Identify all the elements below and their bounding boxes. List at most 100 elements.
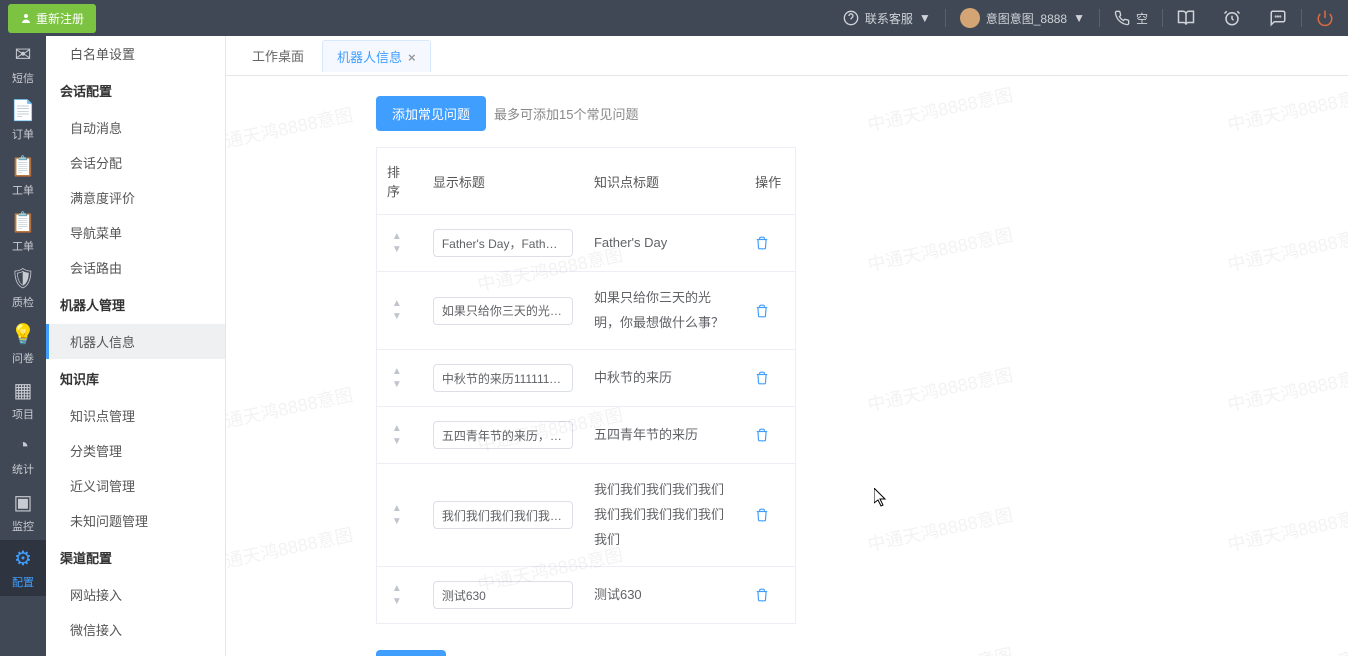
sort-down-icon[interactable]: ▼ [392, 437, 408, 447]
sort-down-icon[interactable]: ▼ [392, 380, 408, 390]
delete-button[interactable] [755, 428, 785, 442]
display-title-input[interactable] [433, 364, 573, 392]
monitor-icon: ▣ [14, 490, 33, 515]
sidebar-item-kbmanage[interactable]: 知识点管理 [46, 398, 225, 433]
contact-label: 联系客服 [865, 10, 913, 27]
chat-button[interactable] [1255, 9, 1301, 27]
rail-qc[interactable]: 🛡质检 [0, 260, 46, 316]
clipboard-icon: 📋 [11, 210, 36, 235]
sort-up-icon[interactable]: ▲ [392, 232, 408, 242]
delete-button[interactable] [755, 371, 785, 385]
sidebar-item-automsg[interactable]: 自动消息 [46, 110, 225, 145]
sort-down-icon[interactable]: ▼ [392, 597, 408, 607]
display-title-input[interactable] [433, 229, 573, 257]
rail-order[interactable]: 📄订单 [0, 92, 46, 148]
register-button[interactable]: 重新注册 [8, 4, 96, 33]
sidebar-item-wechat[interactable]: 微信接入 [46, 612, 225, 647]
sidebar-item-synonym[interactable]: 近义词管理 [46, 468, 225, 503]
sort-down-icon[interactable]: ▼ [392, 517, 408, 527]
user-menu[interactable]: 意图意图_8888 ▼ [946, 8, 1099, 28]
kb-title-cell: Father's Day [584, 215, 745, 272]
alarm-icon [1223, 9, 1241, 27]
rail-ticket2[interactable]: 📋工单 [0, 204, 46, 260]
sidebar-item-web[interactable]: 网站接入 [46, 577, 225, 612]
rail-project[interactable]: ▦项目 [0, 372, 46, 428]
watermark: 中通天鸿8888意图 [865, 221, 1015, 277]
chat-icon [1269, 9, 1287, 27]
rail-config[interactable]: ⚙配置 [0, 540, 46, 596]
sidebar-header-robot: 机器人管理 [46, 285, 225, 324]
sidebar-item-navmenu[interactable]: 导航菜单 [46, 215, 225, 250]
kb-title-cell: 五四青年节的来历 [584, 407, 745, 464]
rail-stats[interactable]: ◔统计 [0, 428, 46, 484]
dropdown-icon: ▼ [1073, 11, 1085, 25]
book-button[interactable] [1163, 9, 1209, 27]
sidebar: 白名单设置 会话配置 自动消息 会话分配 满意度评价 导航菜单 会话路由 机器人… [46, 36, 226, 656]
tab-robotinfo[interactable]: 机器人信息× [322, 40, 431, 72]
power-button[interactable] [1302, 9, 1348, 27]
document-icon: 📄 [11, 98, 36, 123]
rail-sms[interactable]: ✉短信 [0, 36, 46, 92]
sidebar-item-category[interactable]: 分类管理 [46, 433, 225, 468]
tab-desktop[interactable]: 工作桌面 [238, 40, 318, 71]
sidebar-item-assign[interactable]: 会话分配 [46, 145, 225, 180]
kb-title-cell: 中秋节的来历 [584, 350, 745, 407]
sort-up-icon[interactable]: ▲ [392, 584, 408, 594]
save-button[interactable]: 保存 [376, 650, 446, 656]
display-title-input[interactable] [433, 297, 573, 325]
register-label: 重新注册 [36, 10, 84, 27]
sidebar-header-kb: 知识库 [46, 359, 225, 398]
table-row: ▲ ▼ 我们我们我们我们我们我们我们我们我们我们我们 [377, 464, 796, 567]
dropdown-icon: ▼ [919, 11, 931, 25]
sort-up-icon[interactable]: ▲ [392, 424, 408, 434]
watermark: 中通天鸿8888意图 [226, 521, 355, 577]
sort-up-icon[interactable]: ▲ [392, 504, 408, 514]
faq-limit-hint: 最多可添加15个常见问题 [494, 104, 638, 123]
display-title-input[interactable] [433, 581, 573, 609]
watermark: 中通天鸿8888意图 [1225, 361, 1348, 417]
left-rail: ✉短信 📄订单 📋工单 📋工单 🛡质检 💡问卷 ▦项目 ◔统计 ▣监控 ⚙配置 [0, 36, 46, 656]
alarm-button[interactable] [1209, 9, 1255, 27]
sidebar-item-satisfaction[interactable]: 满意度评价 [46, 180, 225, 215]
phone-status[interactable]: 空 [1100, 10, 1162, 27]
faq-table: 排序 显示标题 知识点标题 操作 ▲▼Father's Day▲▼如果只给你三天… [376, 147, 796, 624]
sort-up-icon[interactable]: ▲ [392, 367, 408, 377]
tabs: 工作桌面 机器人信息× [226, 36, 1348, 76]
th-sort: 排序 [377, 148, 423, 215]
display-title-input[interactable] [433, 501, 573, 529]
table-row: ▲▼如果只给你三天的光明，你最想做什么事？ [377, 272, 796, 350]
sidebar-item-routing[interactable]: 会话路由 [46, 250, 225, 285]
delete-button[interactable] [755, 236, 785, 250]
display-title-input[interactable] [433, 421, 573, 449]
sidebar-item-unknown[interactable]: 未知问题管理 [46, 503, 225, 538]
sidebar-header-channel: 渠道配置 [46, 538, 225, 577]
rail-survey[interactable]: 💡问卷 [0, 316, 46, 372]
avatar [960, 8, 980, 28]
user-icon [20, 12, 32, 24]
lightbulb-icon: 💡 [11, 322, 36, 347]
contact-support[interactable]: 联系客服 ▼ [829, 10, 945, 27]
watermark: 中通天鸿8888意图 [865, 361, 1015, 417]
table-row: ▲ ▼ Father's Day [377, 215, 796, 272]
sidebar-item-whitelist[interactable]: 白名单设置 [46, 36, 225, 71]
rail-monitor[interactable]: ▣监控 [0, 484, 46, 540]
top-bar: 重新注册 联系客服 ▼ 意图意图_8888 ▼ 空 [0, 0, 1348, 36]
power-icon [1316, 9, 1334, 27]
add-faq-button[interactable]: 添加常见问题 [376, 96, 486, 131]
sort-up-icon[interactable]: ▲ [392, 299, 408, 309]
table-row: ▲ ▼ 五四青年节的来历 [377, 407, 796, 464]
watermark: 中通天鸿8888意图 [865, 501, 1015, 557]
rail-ticket1[interactable]: 📋工单 [0, 148, 46, 204]
sidebar-item-robotinfo[interactable]: 机器人信息 [46, 324, 225, 359]
delete-button[interactable] [755, 588, 785, 602]
watermark: 中通天鸿8888意图 [226, 101, 355, 157]
table-row: ▲ ▼ 中秋节的来历 [377, 350, 796, 407]
watermark: 中通天鸿8888意图 [226, 381, 355, 437]
close-icon[interactable]: × [408, 50, 416, 65]
sort-down-icon[interactable]: ▼ [392, 312, 408, 322]
kb-title-cell: 我们我们我们我们我们我们我们我们我们我们我们 [584, 464, 745, 567]
delete-button[interactable] [755, 508, 785, 522]
sort-down-icon[interactable]: ▼ [392, 245, 408, 255]
th-display: 显示标题 [423, 148, 584, 215]
delete-button[interactable] [755, 304, 785, 318]
